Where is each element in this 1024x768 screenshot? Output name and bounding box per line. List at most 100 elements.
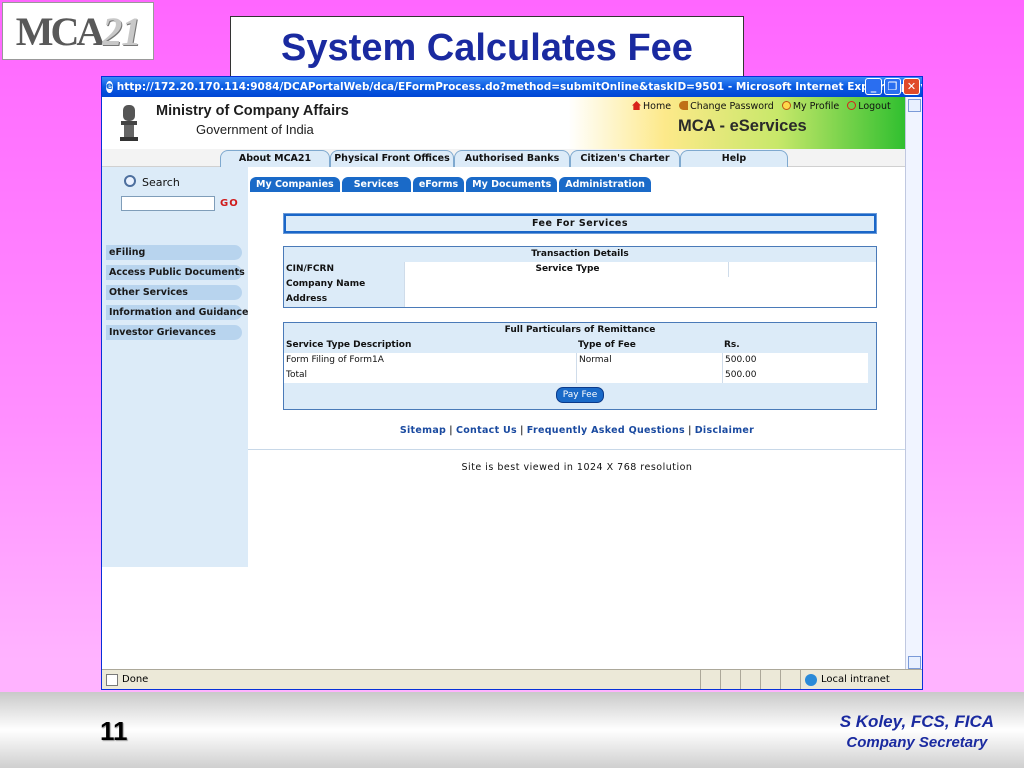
tab-help[interactable]: Help: [680, 150, 788, 167]
slide-number: 11: [100, 716, 128, 746]
change-password-link[interactable]: Change Password: [679, 101, 774, 112]
remittance-header-row: Service Type Description Type of Fee Rs.: [284, 338, 876, 353]
col-service-type-description: Service Type Description: [286, 340, 412, 350]
sidebar-item-efiling[interactable]: eFiling: [106, 245, 242, 260]
home-link[interactable]: Home: [632, 101, 671, 112]
scroll-down-arrow[interactable]: [908, 656, 921, 669]
my-profile-link[interactable]: My Profile: [781, 101, 840, 112]
security-zone: Local intranet: [800, 670, 922, 689]
author-block: S Koley, FCS, FICA Company Secretary: [840, 712, 994, 751]
top-nav: About MCA21 Physical Front Offices Autho…: [102, 149, 906, 167]
divider: [248, 449, 906, 450]
table-row-total: Total 500.00: [284, 368, 876, 383]
disclaimer-link[interactable]: Disclaimer: [695, 425, 754, 436]
home-icon: [632, 101, 641, 110]
author-name: S Koley, FCS, FICA: [839, 712, 994, 731]
row-fee-type: Normal: [576, 353, 722, 368]
separator: |: [520, 425, 524, 436]
scroll-up-arrow[interactable]: [908, 99, 921, 112]
site-header: Ministry of Company Affairs Government o…: [102, 97, 906, 149]
maximize-button[interactable]: ❐: [884, 78, 901, 95]
sidebar-item-information-guidance[interactable]: Information and Guidance: [106, 305, 249, 320]
sidebar-item-other-services[interactable]: Other Services: [106, 285, 242, 300]
search-label: Search: [142, 176, 180, 189]
subtab-my-companies[interactable]: My Companies: [250, 177, 340, 192]
browser-titlebar: e http://172.20.170.114:9084/DCAPortalWe…: [102, 77, 922, 97]
tab-physical-front-offices[interactable]: Physical Front Offices: [330, 150, 454, 167]
footer-links: Sitemap | Contact Us | Frequently Asked Ques…: [102, 425, 906, 436]
best-viewed-note: Site is best viewed in 1024 X 768 resolu…: [461, 462, 693, 473]
logout-link[interactable]: Logout: [847, 101, 891, 112]
page-icon: [106, 673, 118, 686]
subtab-eforms[interactable]: eForms: [412, 177, 465, 192]
sub-nav: My Companies Services eForms My Document…: [250, 177, 651, 192]
cin-row: CIN/FCRN Service Type: [284, 262, 876, 277]
vertical-scrollbar[interactable]: [905, 97, 922, 671]
page-viewport: Ministry of Company Affairs Government o…: [102, 97, 906, 671]
mca21-logo: MCA 21: [2, 2, 154, 60]
status-cells: [700, 670, 800, 689]
faq-link[interactable]: Frequently Asked Questions: [527, 425, 685, 436]
total-amount: 500.00: [722, 368, 868, 383]
address-label: Address: [286, 294, 328, 304]
company-name-label: Company Name: [286, 279, 366, 289]
total-label: Total: [284, 368, 576, 383]
pay-fee-button[interactable]: Pay Fee: [556, 387, 604, 403]
logout-label: Logout: [858, 101, 891, 112]
contact-us-link[interactable]: Contact Us: [456, 425, 517, 436]
close-button[interactable]: ✕: [903, 78, 920, 95]
profile-icon: [781, 101, 791, 110]
globe-icon: [805, 673, 817, 686]
tab-citizens-charter[interactable]: Citizen's Charter: [570, 150, 680, 167]
service-type-value: [728, 262, 876, 277]
ministry-title: Ministry of Company Affairs: [156, 103, 349, 119]
tab-authorised-banks[interactable]: Authorised Banks: [454, 150, 570, 167]
slide-title: System Calculates Fee: [230, 16, 744, 78]
service-type-label: Service Type: [404, 262, 728, 277]
search-input[interactable]: [121, 196, 215, 211]
address-row: Address: [284, 292, 876, 307]
address-value: [404, 292, 876, 307]
logout-icon: [847, 101, 857, 110]
browser-title: http://172.20.170.114:9084/DCAPortalWeb/…: [116, 81, 922, 93]
ie-icon: e: [106, 81, 113, 93]
separator: |: [449, 425, 453, 436]
government-subtitle: Government of India: [196, 122, 314, 137]
author-role: Company Secretary: [846, 734, 988, 751]
row-description: Form Filing of Form1A: [284, 353, 576, 368]
subtab-my-documents[interactable]: My Documents: [466, 177, 558, 192]
zone-text: Local intranet: [821, 674, 890, 685]
subtab-services[interactable]: Services: [341, 177, 411, 192]
window-controls: _ ❐ ✕: [865, 78, 920, 95]
key-icon: [679, 101, 689, 110]
subtab-administration[interactable]: Administration: [559, 177, 651, 192]
status-bar: Done Local intranet: [102, 669, 922, 689]
cin-label: CIN/FCRN: [286, 264, 334, 274]
sitemap-link[interactable]: Sitemap: [400, 425, 446, 436]
transaction-details-title: Transaction Details: [531, 249, 629, 259]
remittance-title: Full Particulars of Remittance: [504, 325, 656, 335]
separator: |: [687, 425, 692, 436]
logo-text-a: MCA: [15, 8, 106, 54]
logo-text-b: 21: [102, 8, 141, 54]
browser-window: e http://172.20.170.114:9084/DCAPortalWe…: [101, 76, 923, 690]
status-text: Done: [122, 674, 149, 685]
remittance-panel: Full Particulars of Remittance Service T…: [283, 322, 877, 410]
national-emblem-icon: [120, 105, 138, 141]
sidebar-item-investor-grievances[interactable]: Investor Grievances: [106, 325, 242, 340]
fee-heading: Fee For Services: [286, 216, 874, 231]
search-icon: [124, 175, 136, 187]
transaction-details-panel: Transaction Details CIN/FCRN Service Typ…: [283, 246, 877, 308]
tab-about-mca21[interactable]: About MCA21: [220, 150, 330, 167]
change-password-label: Change Password: [690, 101, 774, 112]
brand-title: MCA - eServices: [678, 117, 807, 135]
minimize-button[interactable]: _: [865, 78, 882, 95]
sidebar-item-access-public-documents[interactable]: Access Public Documents: [106, 265, 245, 280]
table-row: Form Filing of Form1A Normal 500.00: [284, 353, 876, 368]
col-rupees: Rs.: [724, 340, 740, 350]
home-link-label: Home: [643, 101, 672, 112]
my-profile-label: My Profile: [792, 101, 840, 112]
fee-heading-bar: Fee For Services: [283, 213, 877, 234]
go-button[interactable]: GO: [220, 198, 239, 209]
total-fee-type: [576, 368, 722, 383]
